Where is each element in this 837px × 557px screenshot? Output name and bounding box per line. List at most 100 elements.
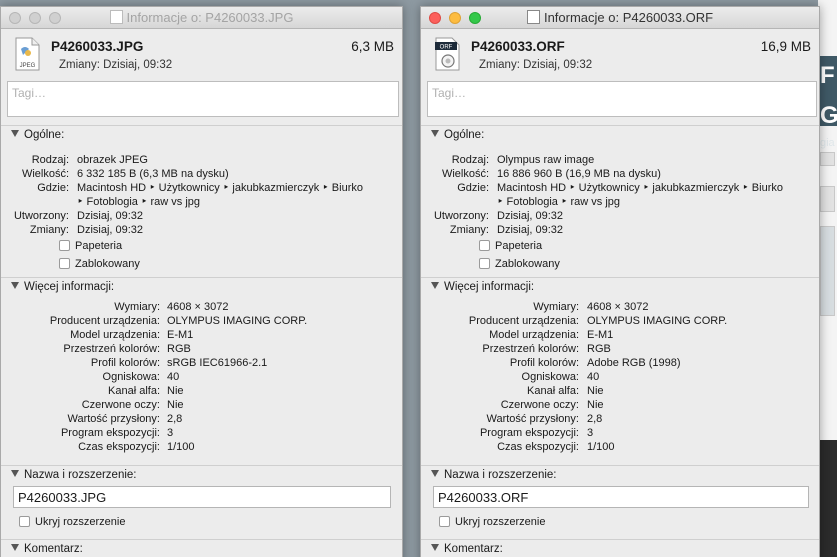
file-icon-label: ORF <box>440 45 453 51</box>
comments-section-header[interactable]: Komentarz: <box>11 543 83 555</box>
info-value: OLYMPUS IMAGING CORP. <box>167 315 308 327</box>
general-section-header[interactable]: Ogólne: <box>11 129 64 141</box>
checkbox-box[interactable] <box>19 516 30 527</box>
name-extension-section-header[interactable]: Nazwa i rozszerzenie: <box>11 469 136 481</box>
info-window-orf[interactable]: Informacje o: P4260033.ORF ORF P4260033.… <box>420 6 820 557</box>
info-label: Rodzaj: <box>451 154 489 166</box>
info-label: Utworzony: <box>13 210 69 222</box>
info-row-exposure-program: Program ekspozycji: 3 <box>1 426 402 440</box>
info-row-focal-length: Ogniskowa: 40 <box>421 370 819 384</box>
file-header: JPEG P4260033.JPG 6,3 MB Zmiany: Dzisiaj… <box>1 29 402 79</box>
locked-checkbox[interactable]: Zablokowany <box>479 258 560 271</box>
info-label: Zmiany: <box>29 224 69 236</box>
hide-extension-checkbox[interactable]: Ukryj rozszerzenie <box>439 516 545 529</box>
file-name-input[interactable]: P4260033.ORF <box>433 486 809 508</box>
info-label: Profil kolorów: <box>90 357 160 369</box>
info-label: Ogniskowa: <box>102 371 160 383</box>
info-label: Czas ekspozycji: <box>497 441 579 453</box>
disclosure-triangle-icon[interactable] <box>431 544 439 551</box>
background-banner-text: F G <box>820 62 837 129</box>
comments-section-header[interactable]: Komentarz: <box>431 543 503 555</box>
general-section: Ogólne: Rodzaj: obrazek JPEG Wielkość: 6 3… <box>1 125 402 277</box>
info-label: Ogniskowa: <box>521 371 579 383</box>
info-row-red-eye: Czerwone oczy: Nie <box>1 398 402 412</box>
more-info-section-title: Więcej informacji: <box>444 281 535 293</box>
checkbox-box[interactable] <box>439 516 450 527</box>
title-bar[interactable]: Informacje o: P4260033.ORF <box>421 7 819 29</box>
info-label: Zmiany: <box>449 224 489 236</box>
info-row-color-profile: Profil kolorów: Adobe RGB (1998) <box>421 356 819 370</box>
more-info-section-header[interactable]: Więcej informacji: <box>431 281 534 293</box>
window-title-text: Informacje o: P4260033.ORF <box>543 10 714 25</box>
info-label: Program ekspozycji: <box>60 427 160 439</box>
info-label: Wartość przysłony: <box>486 413 579 425</box>
disclosure-triangle-icon[interactable] <box>431 130 439 137</box>
general-section-title: Ogólne: <box>444 129 485 141</box>
info-value: Dzisiaj, 09:32 <box>77 224 144 236</box>
info-row-alpha: Kanał alfa: Nie <box>1 384 402 398</box>
info-label: Profil kolorów: <box>509 357 579 369</box>
info-row-created: Utworzony: Dzisiaj, 09:32 <box>1 209 402 223</box>
checkbox-box[interactable] <box>59 258 70 269</box>
name-extension-section-header[interactable]: Nazwa i rozszerzenie: <box>431 469 556 481</box>
info-label: Producent urządzenia: <box>468 315 579 327</box>
info-value: Nie <box>167 385 184 397</box>
file-name-input[interactable]: P4260033.JPG <box>13 486 391 508</box>
info-row-exposure-program: Program ekspozycji: 3 <box>421 426 819 440</box>
file-size: 6,3 MB <box>351 39 394 54</box>
info-row-color-space: Przestrzeń kolorów: RGB <box>1 342 402 356</box>
more-info-section: Więcej informacji: Wymiary: 4608 × 3072 P… <box>1 277 402 465</box>
checkbox-box[interactable] <box>59 240 70 251</box>
info-value: 3 <box>587 427 594 439</box>
info-window-jpg[interactable]: Informacje o: P4260033.JPG JPEG P4260033… <box>0 6 403 557</box>
window-title: Informacje o: P4260033.ORF <box>421 10 819 25</box>
info-value: ‣ Fotoblogia ‣ raw vs jpg <box>497 196 621 208</box>
info-value: Nie <box>587 385 604 397</box>
info-value: OLYMPUS IMAGING CORP. <box>587 315 728 327</box>
disclosure-triangle-icon[interactable] <box>11 282 19 289</box>
hide-extension-checkbox[interactable]: Ukryj rozszerzenie <box>19 516 125 529</box>
disclosure-triangle-icon[interactable] <box>431 282 439 289</box>
info-row-dimensions: Wymiary: 4608 × 3072 <box>421 300 819 314</box>
stationery-checkbox[interactable]: Papeteria <box>59 240 122 253</box>
background-window: F G gia <box>818 0 837 557</box>
info-row-created: Utworzony: Dzisiaj, 09:32 <box>421 209 819 223</box>
title-bar[interactable]: Informacje o: P4260033.JPG <box>1 7 402 29</box>
disclosure-triangle-icon[interactable] <box>431 470 439 477</box>
info-row-color-space: Przestrzeń kolorów: RGB <box>421 342 819 356</box>
info-value: 1/100 <box>587 441 615 453</box>
info-label: Model urządzenia: <box>70 329 160 341</box>
info-value: obrazek JPEG <box>77 154 148 166</box>
info-label: Program ekspozycji: <box>479 427 579 439</box>
info-value: 4608 × 3072 <box>167 301 229 313</box>
disclosure-triangle-icon[interactable] <box>11 470 19 477</box>
info-value: sRGB IEC61966-2.1 <box>167 357 268 369</box>
info-label: Przestrzeń kolorów: <box>482 343 579 355</box>
info-row-where-cont: ‣ Fotoblogia ‣ raw vs jpg <box>1 195 402 209</box>
disclosure-triangle-icon[interactable] <box>11 544 19 551</box>
more-info-section-header[interactable]: Więcej informacji: <box>11 281 114 293</box>
tags-input[interactable]: Tagi… <box>427 81 817 117</box>
locked-checkbox[interactable]: Zablokowany <box>59 258 140 271</box>
checkbox-label: Zablokowany <box>495 258 560 270</box>
info-row-kind: Rodzaj: Olympus raw image <box>421 153 819 167</box>
checkbox-label: Papeteria <box>75 240 123 252</box>
general-section-title: Ogólne: <box>24 129 65 141</box>
info-value: E-M1 <box>167 329 194 341</box>
info-row-maker: Producent urządzenia: OLYMPUS IMAGING COR… <box>1 314 402 328</box>
tags-input[interactable]: Tagi… <box>7 81 399 117</box>
name-extension-section: Nazwa i rozszerzenie: P4260033.ORF Ukryj… <box>421 465 819 539</box>
file-proxy-icon[interactable] <box>109 10 123 24</box>
name-extension-section-title: Nazwa i rozszerzenie: <box>24 469 137 481</box>
disclosure-triangle-icon[interactable] <box>11 130 19 137</box>
general-section-header[interactable]: Ogólne: <box>431 129 484 141</box>
stationery-checkbox[interactable]: Papeteria <box>479 240 542 253</box>
info-value: Nie <box>587 399 604 411</box>
info-row-where: Gdzie: Macintosh HD ‣ Użytkownicy ‣ jakub… <box>1 181 402 195</box>
checkbox-box[interactable] <box>479 258 490 269</box>
comments-section-title: Komentarz: <box>24 543 83 555</box>
general-section: Ogólne: Rodzaj: Olympus raw image Wielkoś… <box>421 125 819 277</box>
checkbox-box[interactable] <box>479 240 490 251</box>
info-row-exposure-time: Czas ekspozycji: 1/100 <box>1 440 402 454</box>
file-proxy-icon[interactable] <box>526 10 540 24</box>
